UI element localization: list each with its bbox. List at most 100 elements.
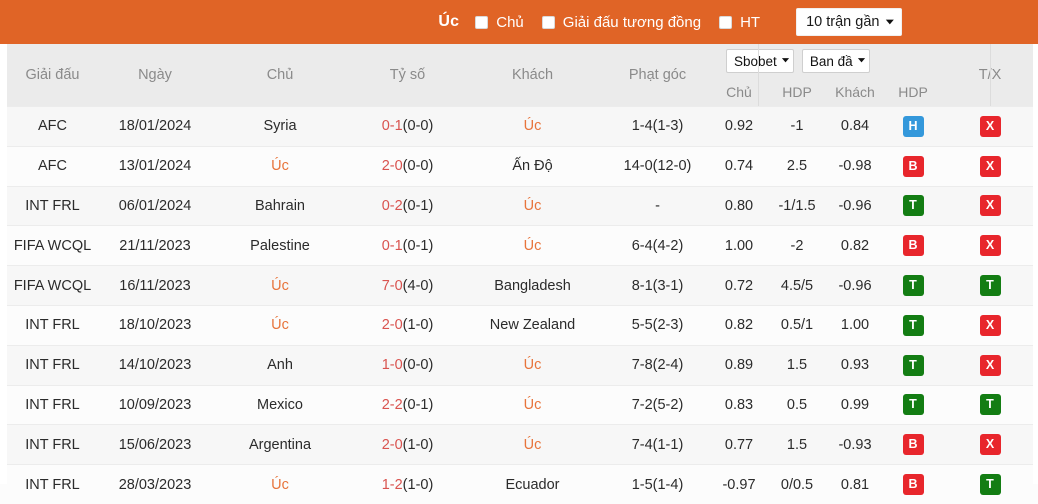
tx-result-badge: X [980,315,1001,336]
header-divider-tx [990,44,991,106]
cell-corner: - [605,186,710,226]
table-row[interactable]: INT FRL15/06/2023Argentina2-0(1-0)Úc7-4(… [0,425,1038,465]
cell-odds-away: 0.84 [826,118,884,134]
cell-odds-group: -0.970/0.50.81 B [710,465,942,504]
table-row[interactable]: INT FRL14/10/2023Anh1-0(0-0)Úc7-8(2-4)0.… [0,345,1038,385]
hdp-result-badge: T [903,195,924,216]
hdp-result-badge: T [903,315,924,336]
cell-odds-home: 0.83 [710,397,768,413]
cell-corner: 8-1(3-1) [605,266,710,306]
checkbox-icon[interactable] [542,16,555,29]
cell-odds-hdp-2: B [884,434,942,455]
cell-tx: T [942,465,1038,504]
cell-odds-home: -0.97 [710,477,768,493]
odds-selects: Sbobet ▾ Ban đầ ▾ [710,44,942,78]
col-header-date[interactable]: Ngày [105,44,205,107]
cell-odds-hdp-2: T [884,195,942,216]
hdp-result-badge: H [903,116,924,137]
hdp-result-badge: B [903,474,924,495]
recent-matches-select[interactable]: 10 trận gần ▾ [796,8,902,36]
odds-subcolumns: Chủ HDP Khách HDP [710,78,942,106]
odds-values: 0.742.5-0.98B [710,156,942,177]
checkbox-icon[interactable] [719,16,732,29]
cell-league: INT FRL [0,186,105,226]
table-row[interactable]: INT FRL10/09/2023Mexico2-2(0-1)Úc7-2(5-2… [0,385,1038,425]
filter-ht-checkbox[interactable]: HT [719,14,760,31]
cell-odds-hdp-1: 1.5 [768,357,826,373]
checkbox-icon[interactable] [475,16,488,29]
cell-league: AFC [0,107,105,147]
col-header-home[interactable]: Chủ [205,44,355,107]
cell-odds-home: 0.77 [710,437,768,453]
col-header-league[interactable]: Giải đấu [0,44,105,107]
cell-odds-away: 0.81 [826,477,884,493]
cell-corner: 7-4(1-1) [605,425,710,465]
cell-odds-hdp-2: T [884,315,942,336]
cell-date: 16/11/2023 [105,266,205,306]
bookmaker-select[interactable]: Sbobet ▾ [726,49,794,73]
cell-score: 0-1(0-0) [355,107,460,147]
odds-type-select[interactable]: Ban đầ ▾ [802,49,870,73]
odds-values: 0.92-10.84H [710,116,942,137]
odds-values: 0.771.5-0.93B [710,434,942,455]
score-fulltime: 0-1 [382,238,403,254]
cell-corner: 1-4(1-3) [605,107,710,147]
cell-odds-home: 0.72 [710,278,768,294]
score-halftime: (0-0) [403,118,434,134]
score-fulltime: 1-0 [382,357,403,373]
table-right-edge [1033,44,1038,484]
cell-tx: T [942,385,1038,425]
cell-odds-hdp-1: -1 [768,118,826,134]
col-header-score[interactable]: Tỷ số [355,44,460,107]
cell-away-team: Bangladesh [460,266,605,306]
cell-odds-hdp-2: B [884,474,942,495]
score-fulltime: 0-1 [382,118,403,134]
cell-away-team: Úc [460,385,605,425]
cell-odds-home: 1.00 [710,238,768,254]
cell-odds-hdp-1: -2 [768,238,826,254]
cell-score: 7-0(4-0) [355,266,460,306]
cell-tx: X [942,226,1038,266]
cell-odds-away: -0.96 [826,198,884,214]
score-fulltime: 7-0 [382,278,403,294]
tx-result-badge: X [980,156,1001,177]
tx-result-badge: T [980,474,1001,495]
home-team-name: Úc [271,317,289,333]
filter-similar-league-checkbox[interactable]: Giải đấu tương đồng [542,14,701,31]
home-team-name: Palestine [250,238,310,254]
score-fulltime: 2-2 [382,397,403,413]
table-row[interactable]: INT FRL28/03/2023Úc1-2(1-0)Ecuador1-5(1-… [0,465,1038,504]
tx-result-badge: X [980,195,1001,216]
col-header-away[interactable]: Khách [460,44,605,107]
col-header-corner[interactable]: Phạt góc [605,44,710,107]
cell-date: 18/01/2024 [105,107,205,147]
cell-score: 0-1(0-1) [355,226,460,266]
cell-away-team: Ecuador [460,465,605,504]
cell-odds-away: 0.93 [826,357,884,373]
cell-league: INT FRL [0,385,105,425]
table-row[interactable]: FIFA WCQL16/11/2023Úc7-0(4-0)Bangladesh8… [0,266,1038,306]
cell-score: 2-0(0-0) [355,146,460,186]
cell-odds-hdp-1: 0/0.5 [768,477,826,493]
table-row[interactable]: INT FRL18/10/2023Úc2-0(1-0)New Zealand5-… [0,305,1038,345]
cell-home-team: Bahrain [205,186,355,226]
away-team-name: Ecuador [505,477,559,493]
cell-odds-home: 0.80 [710,198,768,214]
odds-values: 0.830.50.99T [710,394,942,415]
cell-odds-group: 0.742.5-0.98B [710,146,942,186]
cell-odds-group: 1.00-20.82B [710,226,942,266]
filter-home-checkbox[interactable]: Chủ [475,14,524,31]
home-team-name: Anh [267,357,293,373]
away-team-name: New Zealand [490,317,575,333]
table-row[interactable]: INT FRL06/01/2024Bahrain0-2(0-1)Úc-0.80-… [0,186,1038,226]
odds-values: 1.00-20.82B [710,235,942,256]
away-team-name: Bangladesh [494,278,571,294]
table-row[interactable]: AFC18/01/2024Syria0-1(0-0)Úc1-4(1-3)0.92… [0,107,1038,147]
table-row[interactable]: FIFA WCQL21/11/2023Palestine0-1(0-1)Úc6-… [0,226,1038,266]
cell-away-team: Úc [460,226,605,266]
cell-away-team: Úc [460,345,605,385]
cell-odds-hdp-1: 2.5 [768,158,826,174]
hdp-result-badge: T [903,355,924,376]
cell-odds-group: 0.820.5/11.00T [710,305,942,345]
table-row[interactable]: AFC13/01/2024Úc2-0(0-0)Ấn Độ14-0(12-0)0.… [0,146,1038,186]
